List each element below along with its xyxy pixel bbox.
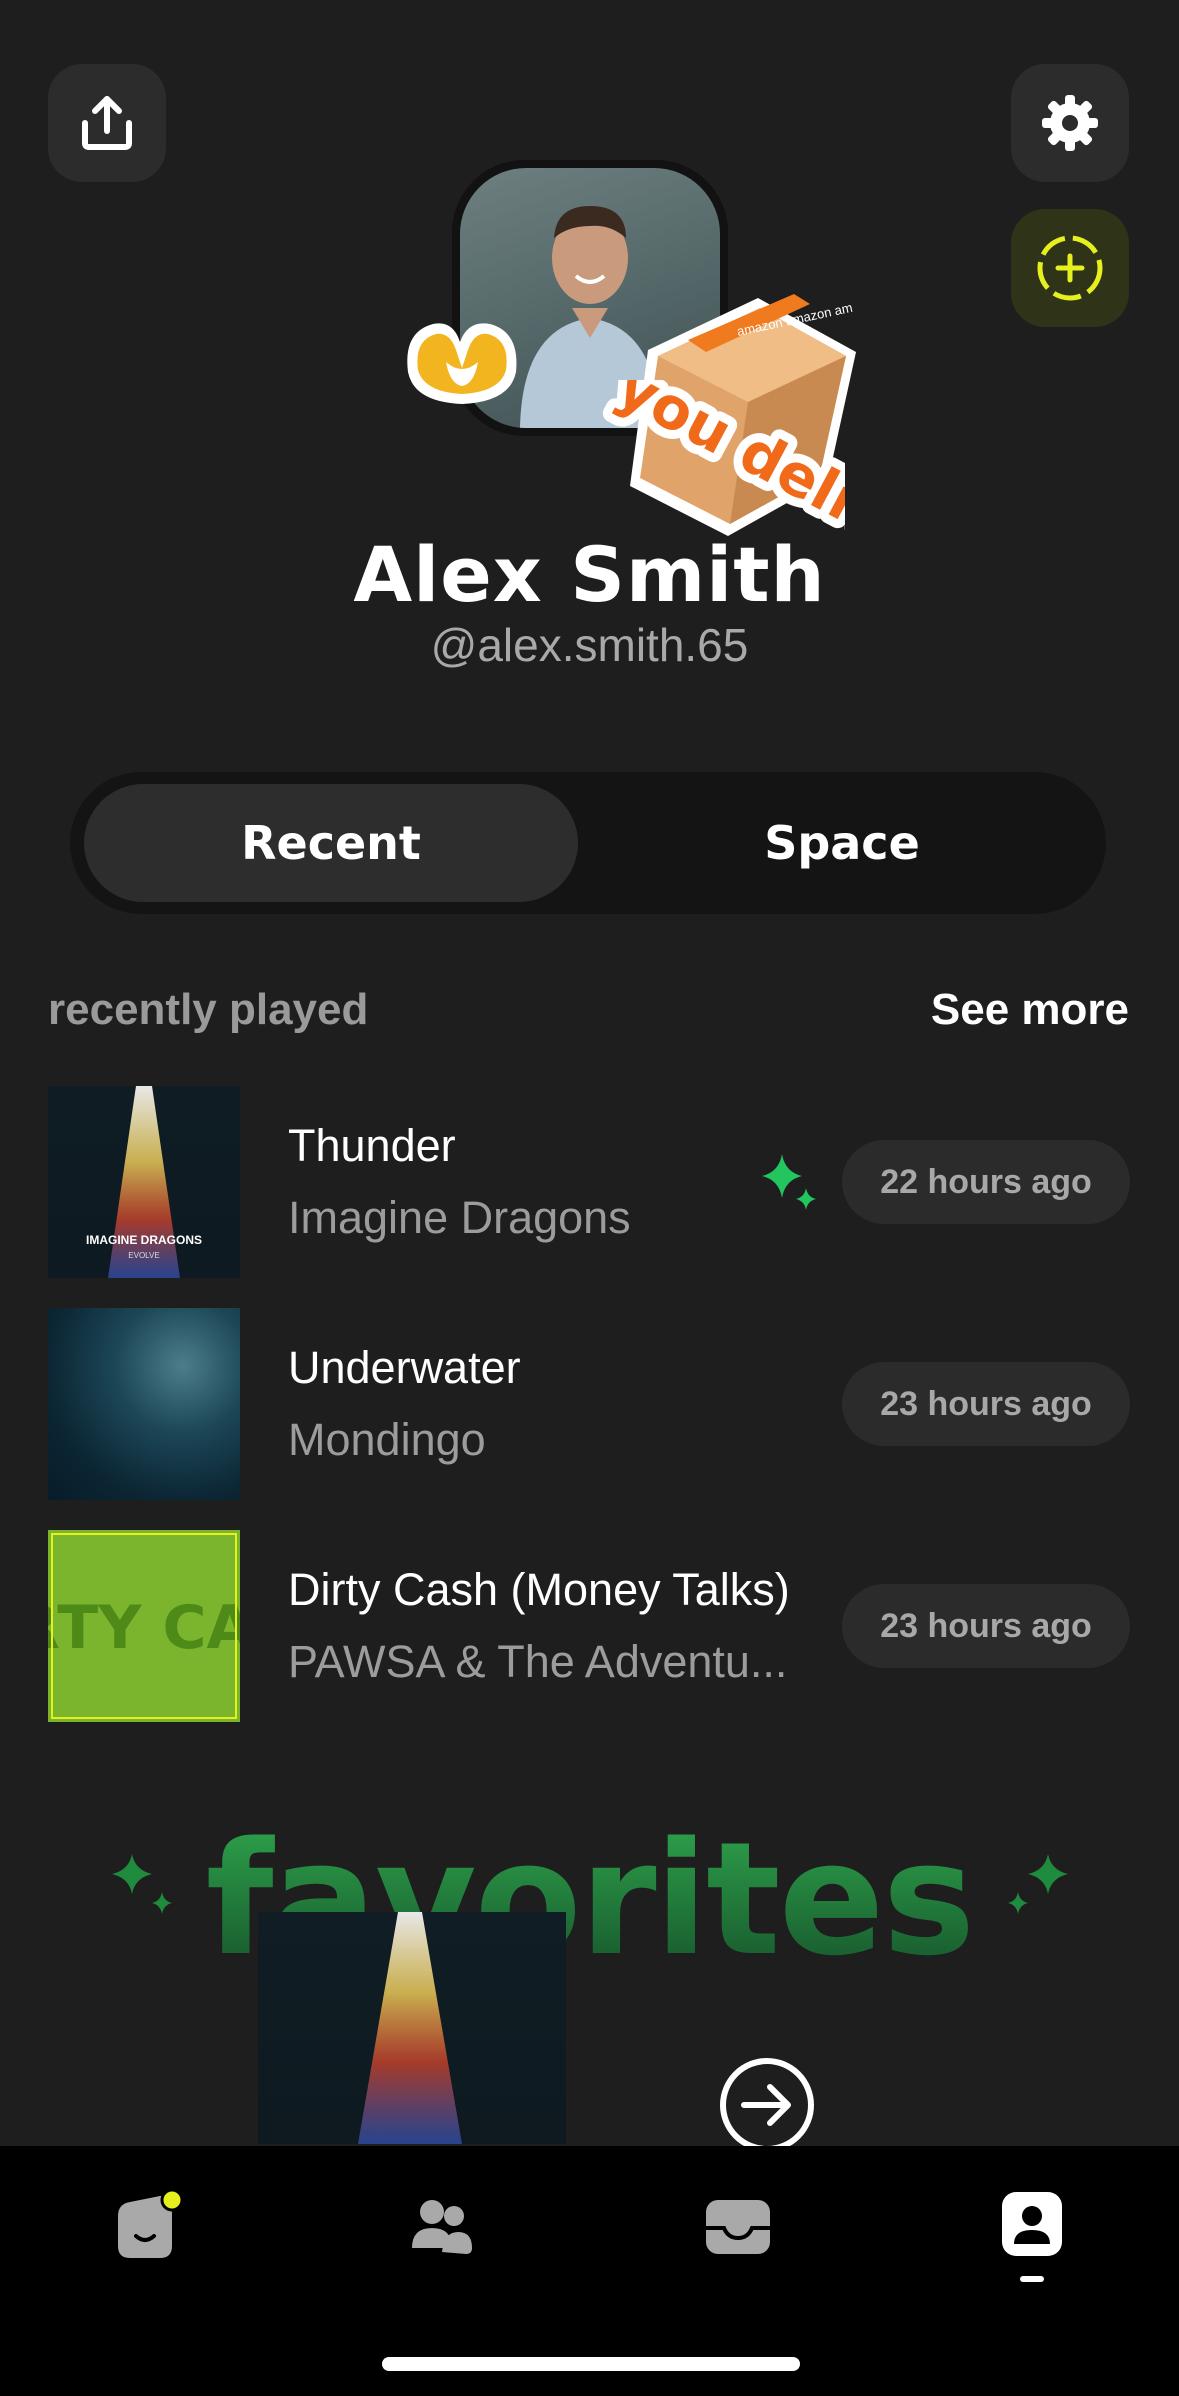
favorites-title: favorites: [0, 1808, 1179, 1990]
tab-feed[interactable]: [108, 2186, 188, 2266]
share-button[interactable]: [48, 64, 166, 182]
tab-recent[interactable]: Recent: [84, 784, 578, 902]
favorite-album-cover[interactable]: [258, 1912, 566, 2144]
settings-button[interactable]: [1011, 64, 1129, 182]
track-artist: Mondingo: [288, 1414, 486, 1465]
sparkle-icon: [762, 1154, 816, 1210]
sticker-text: you delivered: [606, 380, 845, 540]
profile-name: Alex Smith: [353, 530, 826, 619]
gear-icon: [1042, 95, 1098, 151]
inbox-icon: [706, 2200, 770, 2254]
section-title: recently played: [48, 985, 369, 1034]
cover-subtext: EVOLVE: [128, 1251, 159, 1260]
tab-friends[interactable]: [402, 2186, 482, 2266]
track-artist: Imagine Dragons: [288, 1192, 631, 1243]
cover-text: DIRTY CASH: [48, 1593, 240, 1663]
album-cover: DIRTY CASH: [48, 1530, 240, 1722]
track-artist: PAWSA & The Adventu...: [288, 1636, 788, 1687]
you-delivered-sticker: you delivered you delivered: [597, 380, 845, 540]
album-cover: [48, 1308, 240, 1500]
tab-space[interactable]: Space: [592, 784, 1092, 902]
arrow-right-circle-icon[interactable]: [718, 2056, 816, 2154]
played-time-badge: 22 hours ago: [842, 1140, 1130, 1224]
list-item[interactable]: Underwater Mondingo 23 hours ago: [0, 1308, 1179, 1500]
list-item[interactable]: IMAGINE DRAGONS EVOLVE Thunder Imagine D…: [0, 1086, 1179, 1278]
tab-inbox[interactable]: [698, 2186, 778, 2266]
track-title: Underwater: [288, 1342, 521, 1393]
cover-text: IMAGINE DRAGONS: [86, 1233, 202, 1247]
profile-handle: @alex.smith.65: [430, 619, 749, 671]
active-tab-indicator: [1020, 2276, 1044, 2282]
album-cover: IMAGINE DRAGONS EVOLVE: [48, 1086, 240, 1278]
profile-icon: [1002, 2192, 1062, 2256]
track-title: Thunder: [288, 1120, 456, 1171]
tab-profile[interactable]: [992, 2186, 1072, 2266]
feed-icon: [118, 2188, 184, 2258]
played-time-badge: 23 hours ago: [842, 1362, 1130, 1446]
add-story-button[interactable]: [1011, 209, 1129, 327]
see-more-link[interactable]: See more: [931, 985, 1129, 1035]
track-title: Dirty Cash (Money Talks): [288, 1564, 790, 1615]
home-indicator: [382, 2357, 800, 2371]
friends-icon: [412, 2200, 472, 2254]
played-time-badge: 23 hours ago: [842, 1584, 1130, 1668]
list-item[interactable]: DIRTY CASH Dirty Cash (Money Talks) PAWS…: [0, 1530, 1179, 1722]
share-icon: [82, 96, 132, 150]
dashed-plus-circle-icon: [1037, 235, 1103, 301]
heart-hands-sticker: [407, 323, 517, 404]
